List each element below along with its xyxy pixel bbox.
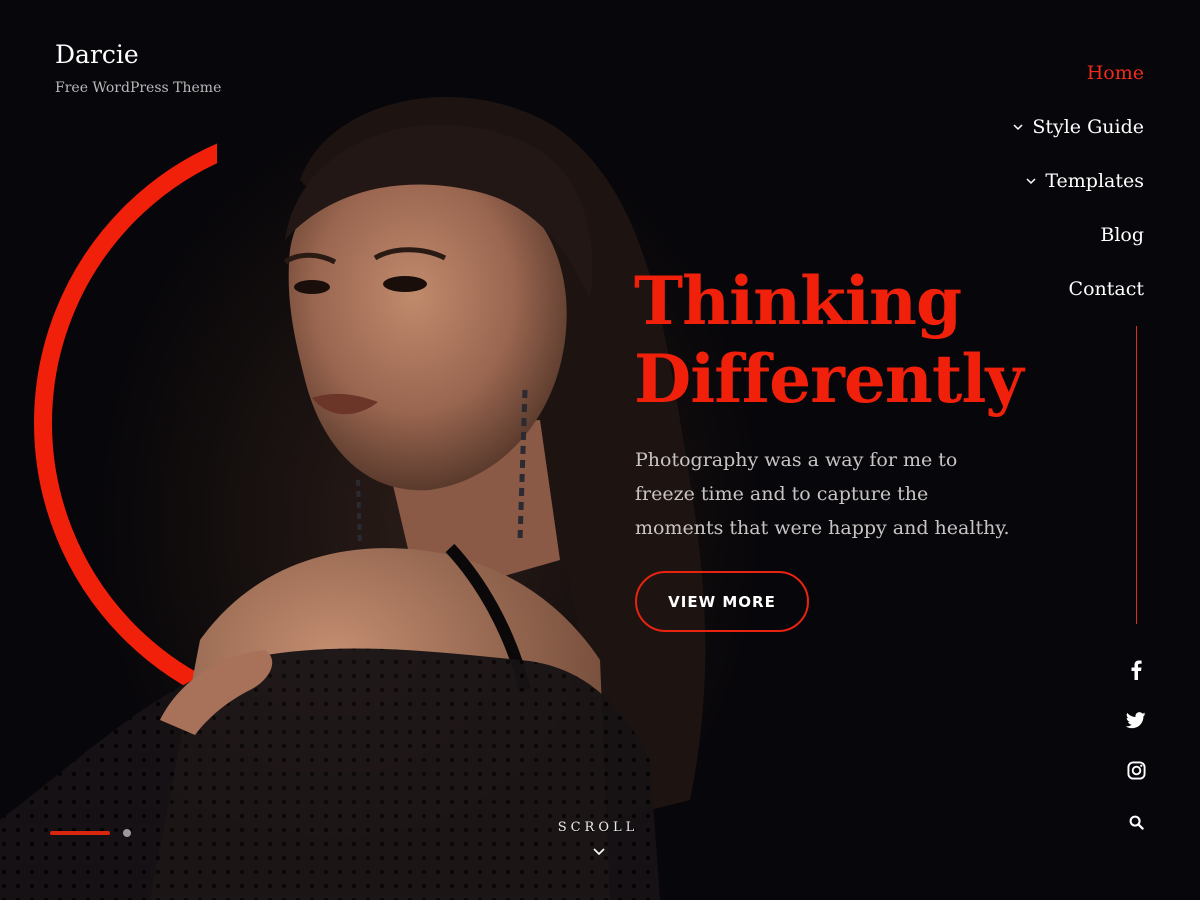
hero-headline: Thinking Differently — [634, 262, 1054, 418]
chevron-down-icon — [1026, 178, 1036, 185]
nav-item-templates[interactable]: Templates — [1012, 154, 1144, 208]
nav-item-style-guide[interactable]: Style Guide — [1012, 100, 1144, 154]
slider-indicator-dot[interactable] — [123, 829, 131, 837]
chevron-down-icon[interactable] — [592, 846, 606, 858]
hero-lead-text: Photography was a way for me to freeze t… — [635, 449, 1010, 539]
facebook-link[interactable] — [1122, 656, 1150, 684]
nav-item-label: Home — [1086, 62, 1144, 84]
nav-item-label: Templates — [1045, 170, 1144, 192]
search-button[interactable] — [1122, 808, 1150, 836]
nav-item-label: Style Guide — [1032, 116, 1144, 138]
facebook-icon — [1131, 660, 1142, 680]
decorative-vertical-line — [1136, 326, 1137, 624]
chevron-down-icon — [1013, 124, 1023, 131]
twitter-icon — [1126, 711, 1146, 728]
instagram-link[interactable] — [1122, 756, 1150, 784]
view-more-button[interactable]: VIEW MORE — [635, 571, 809, 632]
site-title[interactable]: Darcie — [55, 40, 139, 69]
scroll-label[interactable]: SCROLL — [540, 820, 656, 835]
hero-headline-line-1: Thinking — [634, 262, 962, 340]
nav-item-label: Blog — [1100, 224, 1144, 246]
instagram-icon — [1126, 760, 1146, 780]
nav-item-blog[interactable]: Blog — [1012, 208, 1144, 262]
site-tagline: Free WordPress Theme — [55, 80, 222, 96]
hero-headline-line-2: Differently — [634, 340, 1024, 418]
search-icon — [1129, 815, 1144, 830]
twitter-link[interactable] — [1122, 706, 1150, 734]
nav-item-home[interactable]: Home — [1012, 46, 1144, 100]
nav-item-label: Contact — [1068, 278, 1144, 300]
slider-indicator-active[interactable] — [50, 831, 110, 835]
